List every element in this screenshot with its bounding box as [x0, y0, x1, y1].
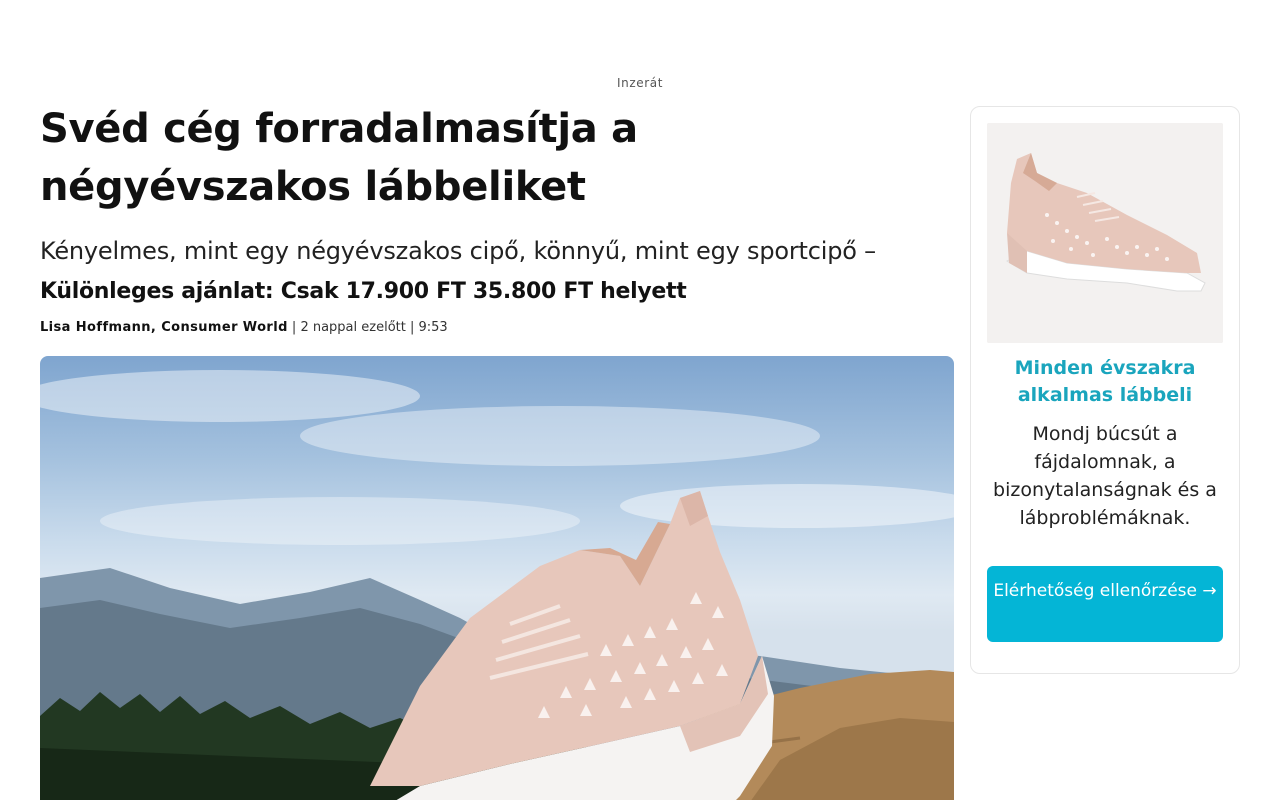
promo-card-title: Minden évszakra alkalmas lábbeli: [1014, 357, 1196, 406]
author-name: Lisa Hoffmann, Consumer World: [40, 320, 288, 335]
ad-label: Inzerát: [616, 76, 664, 90]
special-offer: Különleges ajánlat: Csak 17.900 FT 35.80…: [40, 279, 687, 304]
promo-card-text: Mondj búcsút a fájdalomnak, a bizonytala…: [993, 423, 1217, 529]
promo-card: Minden évszakra alkalmas lábbeli Mondj b…: [970, 106, 1240, 674]
article-subheadline: Kényelmes, mint egy négyévszakos cipő, k…: [40, 237, 876, 265]
byline: Lisa Hoffmann, Consumer World | 2 nappal…: [40, 320, 954, 336]
product-shoe-graphic: [987, 123, 1223, 343]
hero-scene: [40, 370, 954, 800]
product-image[interactable]: [987, 123, 1223, 343]
article-header: Svéd cég forradalmasítja a négyévszakos …: [40, 100, 954, 336]
publish-meta: | 2 nappal ezelőtt | 9:53: [287, 320, 448, 335]
check-availability-button[interactable]: Elérhetőség ellenőrzése →: [987, 566, 1223, 642]
hero-image: [40, 356, 954, 800]
article-headline: Svéd cég forradalmasítja a négyévszakos …: [40, 106, 638, 210]
